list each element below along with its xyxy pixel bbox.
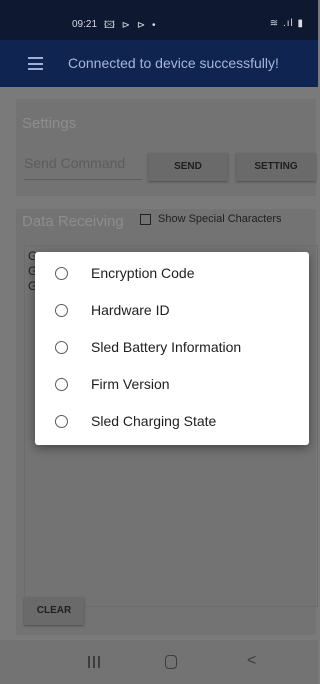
signal-battery-icons: ≋ .ıl ▮ <box>269 18 304 29</box>
status-time: 09:21 <box>72 19 98 30</box>
clear-button[interactable]: CLEAR <box>24 597 84 625</box>
settings-title: Settings <box>22 115 77 132</box>
option-label: Encryption Code <box>91 265 195 281</box>
option-label: Sled Charging State <box>91 413 217 429</box>
setting-button[interactable]: SETTING <box>236 153 316 181</box>
radio-icon[interactable] <box>55 267 68 280</box>
data-receiving-title: Data Receiving <box>22 213 124 230</box>
home-icon[interactable] <box>165 655 177 669</box>
option-sled-charging-state[interactable]: Sled Charging State <box>35 403 309 440</box>
option-encryption-code[interactable]: Encryption Code <box>35 255 309 292</box>
show-special-characters-checkbox[interactable] <box>140 214 151 225</box>
settings-card: Settings Send Command SEND SETTING <box>16 99 316 196</box>
radio-icon[interactable] <box>55 415 68 428</box>
app-bar: Connected to device successfully! <box>0 40 318 87</box>
radio-icon[interactable] <box>55 304 68 317</box>
send-command-input[interactable]: Send Command <box>24 155 142 180</box>
show-special-characters-label: Show Special Characters <box>158 213 282 225</box>
back-icon[interactable]: < <box>247 652 256 670</box>
option-hardware-id[interactable]: Hardware ID <box>35 292 309 329</box>
option-sled-battery-information[interactable]: Sled Battery Information <box>35 329 309 366</box>
notification-icons: 🖾 ⊳ ⊳ • <box>104 20 158 31</box>
radio-icon[interactable] <box>55 378 68 391</box>
recents-icon[interactable] <box>88 656 100 668</box>
option-label: Firm Version <box>91 376 170 392</box>
navigation-bar: < <box>0 640 318 684</box>
option-label: Hardware ID <box>91 302 170 318</box>
option-dialog: Encryption Code Hardware ID Sled Battery… <box>35 252 309 445</box>
status-bar: 09:21 🖾 ⊳ ⊳ • ≋ .ıl ▮ <box>0 0 318 40</box>
radio-icon[interactable] <box>55 341 68 354</box>
option-firm-version[interactable]: Firm Version <box>35 366 309 403</box>
send-button[interactable]: SEND <box>148 153 228 181</box>
app-title: Connected to device successfully! <box>68 55 279 71</box>
menu-icon[interactable] <box>28 57 43 70</box>
option-label: Sled Battery Information <box>91 339 242 355</box>
